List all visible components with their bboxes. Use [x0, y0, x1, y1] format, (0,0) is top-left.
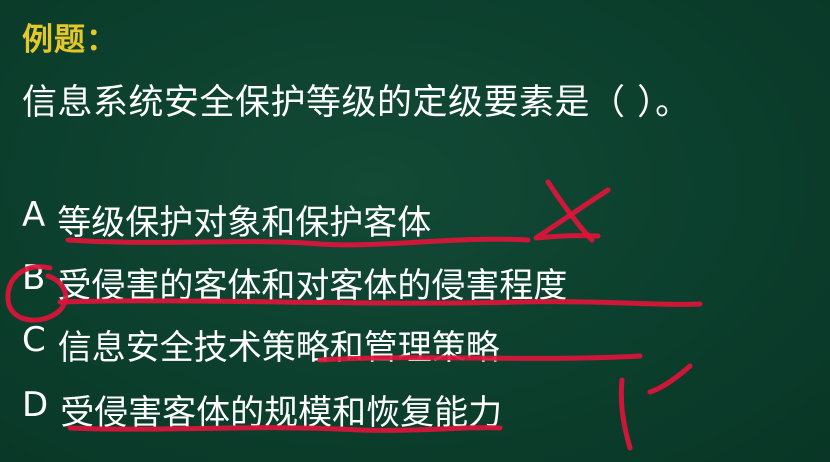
- option-d-letter: D: [22, 385, 49, 425]
- cross-mark-option-a-1: [545, 179, 595, 243]
- example-label: 例题：: [22, 22, 118, 58]
- option-d: D 受侵害客体的规模和恢复能力: [22, 385, 502, 434]
- question-text: 信息系统安全保护等级的定级要素是（ ）。: [22, 83, 691, 123]
- option-c-letter: C: [22, 320, 46, 360]
- option-a-text: 等级保护对象和保护客体: [57, 203, 432, 243]
- option-b-letter: B: [22, 258, 46, 298]
- option-b-text: 受侵害的客体和对客体的侵害程度: [57, 266, 568, 306]
- option-d-text: 受侵害客体的规模和恢复能力: [60, 393, 503, 433]
- chalkboard: 例题： 信息系统安全保护等级的定级要素是（ ）。 A 等级保护对象和保护客体 B…: [0, 0, 830, 462]
- option-a: A 等级保护对象和保护客体: [22, 195, 431, 244]
- tick-mark-option-d-2: [647, 363, 693, 395]
- option-c: C 信息安全技术策略和管理策略: [22, 320, 500, 369]
- option-c-text: 信息安全技术策略和管理策略: [57, 328, 500, 368]
- tick-mark-option-d-1: [618, 377, 633, 451]
- option-a-letter: A: [22, 195, 46, 235]
- cross-mark-option-a-2: [533, 187, 611, 241]
- option-b: B 受侵害的客体和对客体的侵害程度: [22, 258, 567, 307]
